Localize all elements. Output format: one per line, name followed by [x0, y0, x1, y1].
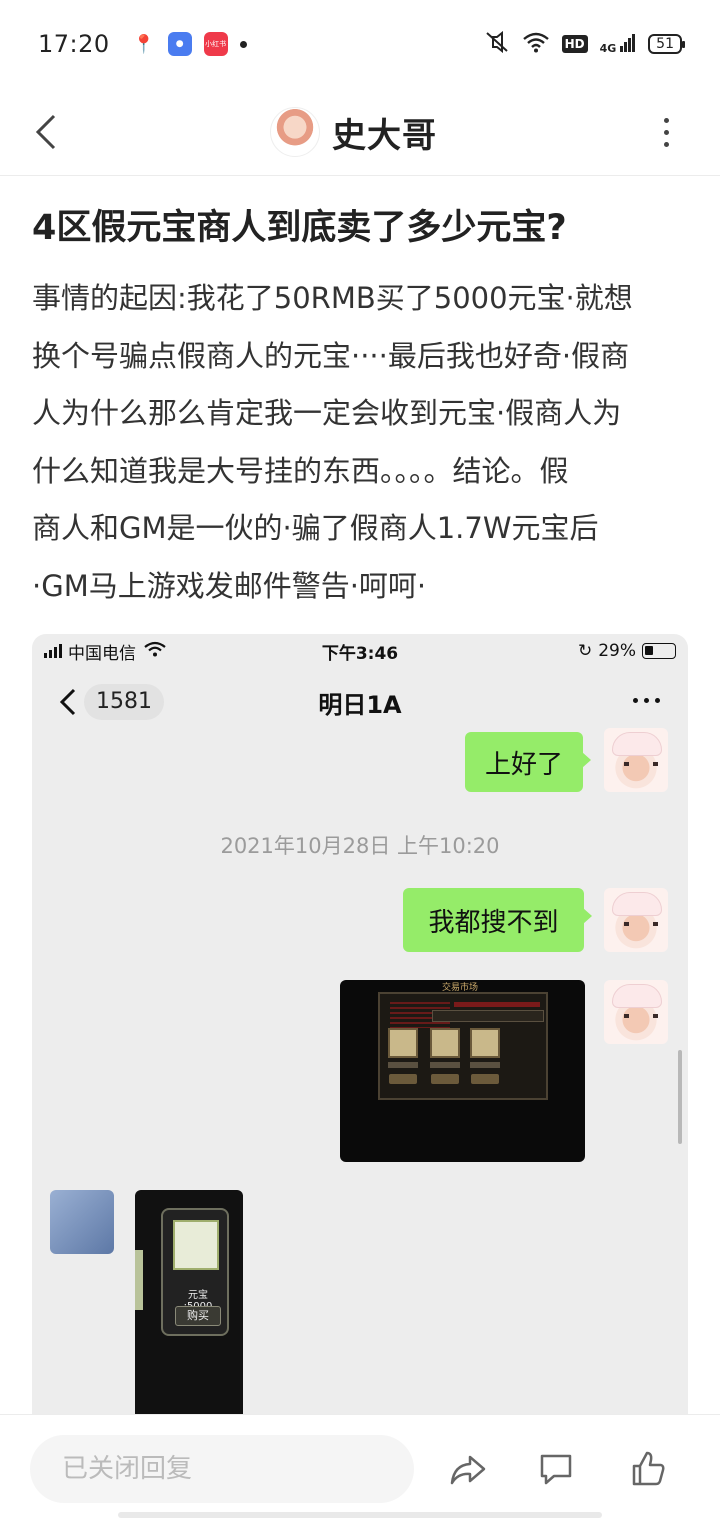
- image-battery-icon: [642, 643, 676, 659]
- home-indicator[interactable]: [118, 1512, 602, 1518]
- item-slot: [173, 1220, 219, 1270]
- chat-timestamp: 2021年10月28日 上午10:20: [220, 834, 500, 858]
- image-chat-title: 明日1A: [318, 690, 402, 719]
- thumbs-up-icon: [632, 1451, 665, 1486]
- post-body-line: 人为什么那么肯定我一定会收到元宝·假商人为: [32, 396, 622, 430]
- item-buy-button: 购买: [175, 1306, 221, 1326]
- more-vertical-icon: [663, 117, 669, 123]
- status-bar: 17:20 📍 ● 小红书 HD 4G 51: [0, 0, 720, 88]
- bottom-bar: 已关闭回复: [0, 1414, 720, 1520]
- more-notifications-dot: [239, 40, 247, 48]
- post-body-line: 什么知道我是大号挂的东西。。。。结论。假: [32, 453, 569, 488]
- author-avatar[interactable]: [270, 107, 320, 157]
- post-body-line: ·GM马上游戏发邮件警告·呵呵·: [32, 568, 427, 603]
- battery-icon: 51: [648, 34, 685, 54]
- reply-input[interactable]: 已关闭回复: [30, 1435, 414, 1503]
- more-button[interactable]: [656, 108, 676, 156]
- post-body-line: 换个号骗点假商人的元宝····最后我也好奇·假商: [32, 338, 630, 373]
- status-time: 17:20: [38, 30, 110, 58]
- share-icon: [450, 1455, 486, 1485]
- status-right: HD 4G 51: [484, 30, 685, 57]
- back-button[interactable]: [26, 104, 66, 160]
- sender-avatar: [604, 728, 668, 792]
- image-time: 下午3:46: [321, 643, 399, 664]
- signal-icon: 4G: [600, 34, 637, 54]
- image-scroll-indicator: [678, 1050, 682, 1144]
- notification-icons: 📍 ● 小红书: [132, 32, 247, 56]
- chat-bubble: 上好了: [465, 732, 591, 792]
- author-name[interactable]: 史大哥: [332, 108, 437, 157]
- comment-button[interactable]: [534, 1447, 578, 1491]
- image-more-icon: [633, 698, 660, 703]
- mute-icon: [484, 30, 510, 57]
- chat-bubble: 我都搜不到: [403, 888, 592, 952]
- receiver-avatar: [50, 1190, 114, 1254]
- comment-icon: [540, 1454, 572, 1485]
- market-title: 交易市场: [441, 983, 478, 993]
- hd-icon: HD: [561, 35, 588, 53]
- chevron-left-icon: [35, 114, 56, 150]
- share-button[interactable]: [446, 1447, 490, 1491]
- image-chat-nav: 1581 明日1A: [32, 668, 688, 736]
- sender-avatar: [604, 888, 668, 952]
- xiaohongshu-icon: 小红书: [203, 32, 228, 56]
- post-body-line: 商人和GM是一伙的·骗了假商人1.7W元宝后: [32, 511, 599, 545]
- app-notification-icon: ●: [167, 32, 192, 56]
- post-body: 事情的起因:我花了50RMB买了5000元宝·就想 换个号骗点假商人的元宝···…: [32, 270, 692, 615]
- author-info[interactable]: 史大哥: [270, 96, 437, 168]
- game-screenshot-market: 交易市场: [340, 980, 585, 1162]
- like-button[interactable]: [626, 1447, 670, 1491]
- game-screenshot-item: 元宝 :5000 购买: [135, 1190, 243, 1414]
- post-title: 4区假元宝商人到底卖了多少元宝?: [32, 208, 567, 248]
- wifi-icon: [522, 31, 550, 57]
- image-status-bar: 中国电信 下午3:46 ↻ 29%: [32, 634, 688, 668]
- post-body-line: 事情的起因:我花了50RMB买了5000元宝·就想: [32, 281, 633, 315]
- sender-avatar: [604, 980, 668, 1044]
- post-image[interactable]: 中国电信 下午3:46 ↻ 29% 1581 明日1A 上好了 2021年10月…: [32, 634, 688, 1414]
- top-nav: 史大哥: [0, 88, 720, 176]
- map-pin-icon: 📍: [132, 33, 155, 55]
